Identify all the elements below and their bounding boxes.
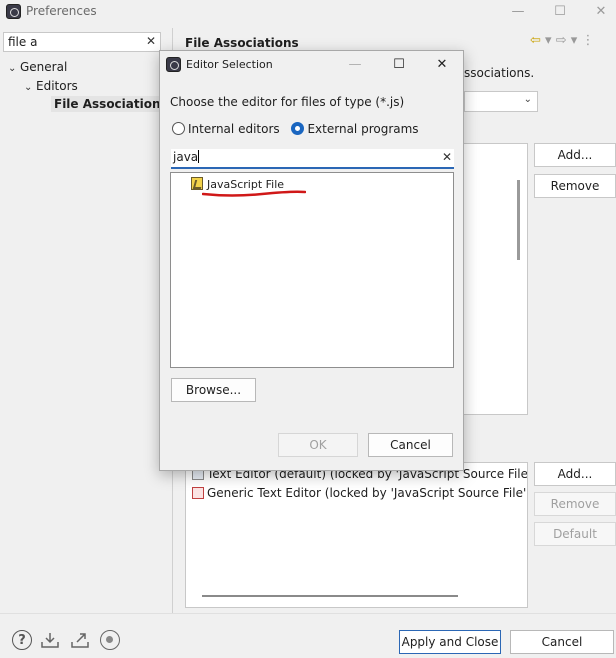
default-editor-button: Default — [534, 522, 616, 546]
clear-filter-icon[interactable]: ✕ — [146, 34, 156, 48]
radio-internal-editors[interactable]: Internal editors — [172, 122, 288, 136]
tree-item-label: Editors — [36, 79, 78, 93]
more-menu-icon[interactable]: ⋮ — [581, 33, 594, 48]
associated-editors-list[interactable]: Text Editor (default) (locked by 'JavaSc… — [185, 462, 528, 608]
tree-item-file-associations[interactable]: File Associations — [51, 96, 171, 112]
list-item[interactable]: Generic Text Editor (locked by 'JavaScri… — [192, 486, 528, 500]
list-item-label: Generic Text Editor (locked by 'JavaScri… — [207, 486, 528, 500]
generic-editor-icon — [192, 487, 204, 499]
editor-selection-dialog: Editor Selection — ☐ ✕ Choose the editor… — [159, 50, 464, 471]
red-underline-annotation — [202, 190, 306, 197]
file-types-list[interactable] — [463, 143, 528, 415]
help-icon[interactable]: ? — [12, 630, 32, 650]
page-description: ssociations. — [464, 66, 535, 80]
back-arrow-icon[interactable]: ⇦ — [530, 33, 541, 48]
eclipse-app-icon — [166, 57, 181, 72]
programs-list[interactable]: JavaScript File — [170, 172, 454, 368]
dialog-titlebar: Editor Selection — ☐ ✕ — [160, 51, 463, 79]
content-types-combo[interactable]: ⌄ — [464, 91, 538, 112]
browse-button[interactable]: Browse... — [171, 378, 256, 402]
file-types-scrollbar[interactable] — [517, 180, 520, 260]
tree-item-editors[interactable]: ⌄ Editors — [24, 79, 78, 93]
filter-text: file a — [8, 35, 38, 49]
dialog-close-button[interactable]: ✕ — [428, 55, 456, 75]
filter-input[interactable]: file a ✕ — [3, 32, 161, 52]
dialog-cancel-button[interactable]: Cancel — [368, 433, 453, 457]
preferences-button-bar: ? Apply and Close Cancel — [0, 613, 616, 658]
cancel-button[interactable]: Cancel — [510, 630, 614, 654]
editors-horizontal-scrollbar[interactable] — [202, 595, 458, 597]
export-icon[interactable] — [70, 630, 90, 650]
tree-item-label: File Associations — [54, 97, 168, 111]
ok-button: OK — [278, 433, 358, 457]
dialog-prompt: Choose the editor for files of type (*.j… — [170, 95, 405, 109]
editor-search-input[interactable]: java ✕ — [171, 149, 454, 169]
tree-item-general[interactable]: ⌄ General — [8, 60, 67, 74]
chevron-down-icon[interactable]: ⌄ — [24, 82, 36, 93]
eclipse-app-icon — [6, 4, 21, 19]
text-caret — [198, 150, 200, 163]
forward-arrow-icon[interactable]: ⇨ — [556, 33, 567, 48]
clear-search-icon[interactable]: ✕ — [442, 150, 452, 164]
chevron-down-icon[interactable]: ⌄ — [524, 94, 532, 105]
forward-menu-icon[interactable]: ▾ — [571, 33, 578, 48]
add-editor-button[interactable]: Add... — [534, 462, 616, 486]
import-icon[interactable] — [40, 630, 60, 650]
maximize-button[interactable]: ☐ — [545, 2, 575, 22]
radio-unchecked-icon[interactable] — [172, 122, 185, 135]
editor-type-radio-group: Internal editors External programs — [172, 122, 427, 136]
radio-external-programs[interactable]: External programs — [291, 122, 426, 136]
record-icon[interactable] — [100, 630, 120, 650]
remove-file-type-button[interactable]: Remove — [534, 174, 616, 198]
remove-editor-button: Remove — [534, 492, 616, 516]
chevron-down-icon[interactable]: ⌄ — [8, 63, 20, 74]
preferences-title: Preferences — [26, 4, 97, 18]
search-text: java — [173, 150, 199, 164]
add-file-type-button[interactable]: Add... — [534, 143, 616, 167]
page-title: File Associations — [185, 36, 299, 50]
page-navigation: ⇦ ▾ ⇨ ▾ ⋮ — [530, 33, 594, 48]
radio-checked-icon[interactable] — [291, 122, 305, 135]
minimize-button[interactable]: — — [503, 2, 533, 22]
preferences-titlebar: Preferences — ☐ ✕ — [0, 0, 616, 24]
preferences-nav-panel: file a ✕ ⌄ General ⌄ Editors File Associat… — [0, 28, 172, 613]
back-menu-icon[interactable]: ▾ — [545, 33, 552, 48]
dialog-minimize-button[interactable]: — — [341, 55, 369, 75]
dialog-maximize-button[interactable]: ☐ — [385, 55, 413, 75]
apply-and-close-button[interactable]: Apply and Close — [399, 630, 501, 654]
close-button[interactable]: ✕ — [586, 2, 616, 22]
tree-item-label: General — [20, 60, 68, 74]
dialog-title: Editor Selection — [186, 58, 273, 71]
